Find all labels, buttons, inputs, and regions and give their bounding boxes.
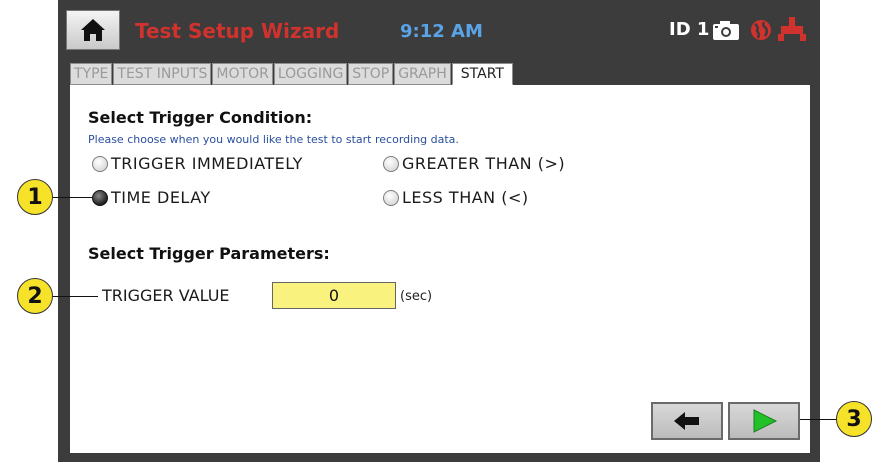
radio-trigger-immediately[interactable]: TRIGGER IMMEDIATELY — [92, 154, 303, 173]
trigger-condition-hint: Please choose when you would like the te… — [88, 133, 459, 146]
radio-time-delay[interactable]: TIME DELAY — [92, 188, 211, 207]
trigger-condition-heading: Select Trigger Condition: — [88, 108, 313, 127]
tab-graph[interactable]: GRAPH — [394, 63, 451, 85]
trigger-value-label: TRIGGER VALUE — [102, 286, 230, 305]
tab-motor[interactable]: MOTOR — [212, 63, 273, 85]
clock-text: 9:12 AM — [400, 21, 483, 42]
radio-button-icon — [383, 155, 399, 172]
next-button[interactable] — [728, 402, 800, 440]
play-icon — [753, 409, 778, 433]
callout-badge-1: 1 — [17, 179, 53, 215]
radio-label: TIME DELAY — [111, 188, 211, 207]
radio-less-than[interactable]: LESS THAN (<) — [383, 188, 529, 207]
trigger-value-input[interactable] — [272, 282, 396, 309]
plug-icon[interactable] — [777, 16, 807, 42]
tab-test-inputs[interactable]: TEST INPUTS — [113, 63, 212, 85]
trigger-value-unit: (sec) — [400, 289, 433, 304]
callout-badge-2: 2 — [17, 278, 53, 314]
callout-badge-3: 3 — [836, 401, 872, 437]
radio-label: TRIGGER IMMEDIATELY — [111, 154, 303, 173]
tab-stop[interactable]: STOP — [348, 63, 394, 85]
radio-label: LESS THAN (<) — [402, 188, 529, 207]
radio-label: GREATER THAN (>) — [402, 154, 566, 173]
tab-type[interactable]: TYPE — [70, 63, 113, 85]
callout-line-2 — [52, 296, 98, 297]
page-title: Test Setup Wizard — [135, 19, 340, 43]
tab-start[interactable]: START — [451, 63, 513, 85]
camera-icon[interactable] — [712, 19, 740, 41]
callout-line-1 — [52, 197, 92, 198]
device-id: ID 1 — [669, 19, 710, 40]
globe-icon[interactable] — [749, 18, 773, 42]
radio-button-selected-icon — [92, 189, 108, 206]
callout-line-3 — [800, 419, 838, 420]
radio-button-icon — [92, 155, 108, 172]
home-button[interactable] — [66, 10, 120, 50]
tab-logging[interactable]: LOGGING — [273, 63, 348, 85]
arrow-left-icon — [674, 412, 699, 430]
trigger-parameters-heading: Select Trigger Parameters: — [88, 244, 330, 263]
radio-greater-than[interactable]: GREATER THAN (>) — [383, 154, 565, 173]
home-icon — [81, 19, 105, 41]
radio-button-icon — [383, 189, 399, 206]
back-button[interactable] — [651, 402, 723, 440]
wizard-tabs: TYPE TEST INPUTS MOTOR LOGGING STOP GRAP… — [70, 63, 514, 85]
